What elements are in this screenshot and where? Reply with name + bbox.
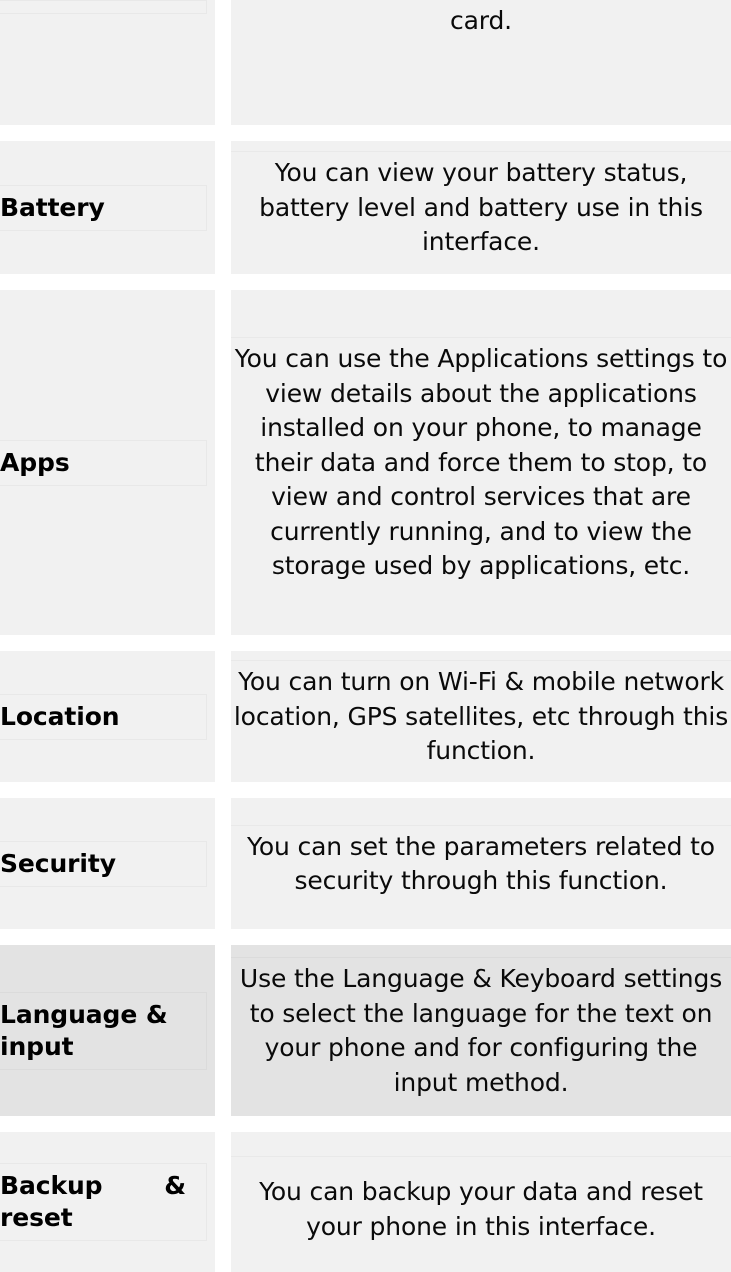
term-label: Security — [0, 848, 116, 878]
table-cell-term: Security — [0, 798, 215, 929]
term-inner-box: Backup & reset — [0, 1163, 207, 1241]
table-cell-definition: You can set the parameters related to se… — [231, 798, 731, 929]
table-cell-definition: You can use the Applications settings to… — [231, 290, 731, 635]
term-label-part-2: & — [164, 1171, 186, 1200]
table-cell-definition: card. — [231, 0, 731, 125]
term-inner-box: Location — [0, 694, 207, 740]
table-cell-term: Location — [0, 651, 215, 782]
table-cell-term: Backup & reset — [0, 1132, 215, 1272]
term-inner-box: Battery — [0, 185, 207, 231]
table-cell-definition: You can view your battery status, batter… — [231, 141, 731, 274]
table-row: Apps You can use the Applications settin… — [0, 290, 731, 635]
definition-inner-box: You can backup your data and reset your … — [231, 1156, 731, 1248]
term-label-part-3: reset — [0, 1203, 73, 1232]
definition-text: You can turn on Wi-Fi & mobile network l… — [233, 667, 729, 766]
definition-inner-box: Use the Language & Keyboard settings to … — [231, 957, 731, 1104]
definition-text: Use the Language & Keyboard settings to … — [239, 964, 723, 1097]
definition-text: You can set the parameters related to se… — [247, 831, 715, 896]
table-row: Battery You can view your battery status… — [0, 141, 731, 274]
definition-inner-box: You can view your battery status, batter… — [231, 151, 731, 264]
table-cell-term: Battery — [0, 141, 215, 274]
table-row: card. — [0, 0, 731, 125]
settings-definition-table: card. Battery You can view your battery … — [0, 0, 731, 1272]
table-cell-definition: You can turn on Wi-Fi & mobile network l… — [231, 651, 731, 782]
column-gutter — [215, 290, 231, 635]
term-inner-box — [0, 0, 207, 14]
settings-definition-table-page: card. Battery You can view your battery … — [0, 0, 731, 1272]
definition-text: You can use the Applications settings to… — [234, 344, 728, 581]
term-label: Battery — [0, 192, 105, 222]
definition-inner-box: You can use the Applications settings to… — [231, 337, 731, 588]
column-gutter — [215, 1132, 231, 1272]
table-cell-term: Language & input — [0, 945, 215, 1116]
table-cell-term: Apps — [0, 290, 215, 635]
term-inner-box: Security — [0, 841, 207, 887]
table-row: Location You can turn on Wi-Fi & mobile … — [0, 651, 731, 782]
term-label: Language & input — [0, 999, 168, 1061]
column-gutter — [215, 651, 231, 782]
term-inner-box: Language & input — [0, 992, 207, 1070]
definition-text: You can backup your data and reset your … — [259, 1177, 703, 1241]
table-cell-definition: You can backup your data and reset your … — [231, 1132, 731, 1272]
table-cell-definition: Use the Language & Keyboard settings to … — [231, 945, 731, 1116]
term-label: Backup & reset — [0, 1170, 186, 1234]
definition-text: card. — [450, 6, 512, 35]
table-row: Security You can set the parameters rela… — [0, 798, 731, 929]
table-row: Backup & reset You can backup your data … — [0, 1132, 731, 1272]
definition-inner-box: card. — [231, 0, 731, 43]
definition-inner-box: You can set the parameters related to se… — [231, 825, 731, 903]
term-label: Location — [0, 701, 120, 731]
table-row-highlighted: Language & input Use the Language & Keyb… — [0, 945, 731, 1116]
column-gutter — [215, 945, 231, 1116]
definition-inner-box: You can turn on Wi-Fi & mobile network l… — [231, 660, 731, 773]
term-label-part-1: Backup — [0, 1171, 103, 1200]
table-cell-term — [0, 0, 215, 125]
column-gutter — [215, 798, 231, 929]
definition-text: You can view your battery status, batter… — [259, 158, 703, 257]
column-gutter — [215, 141, 231, 274]
term-label: Apps — [0, 447, 70, 477]
term-inner-box: Apps — [0, 440, 207, 486]
column-gutter — [215, 0, 231, 125]
term-label-line-1: Backup & — [0, 1170, 186, 1202]
